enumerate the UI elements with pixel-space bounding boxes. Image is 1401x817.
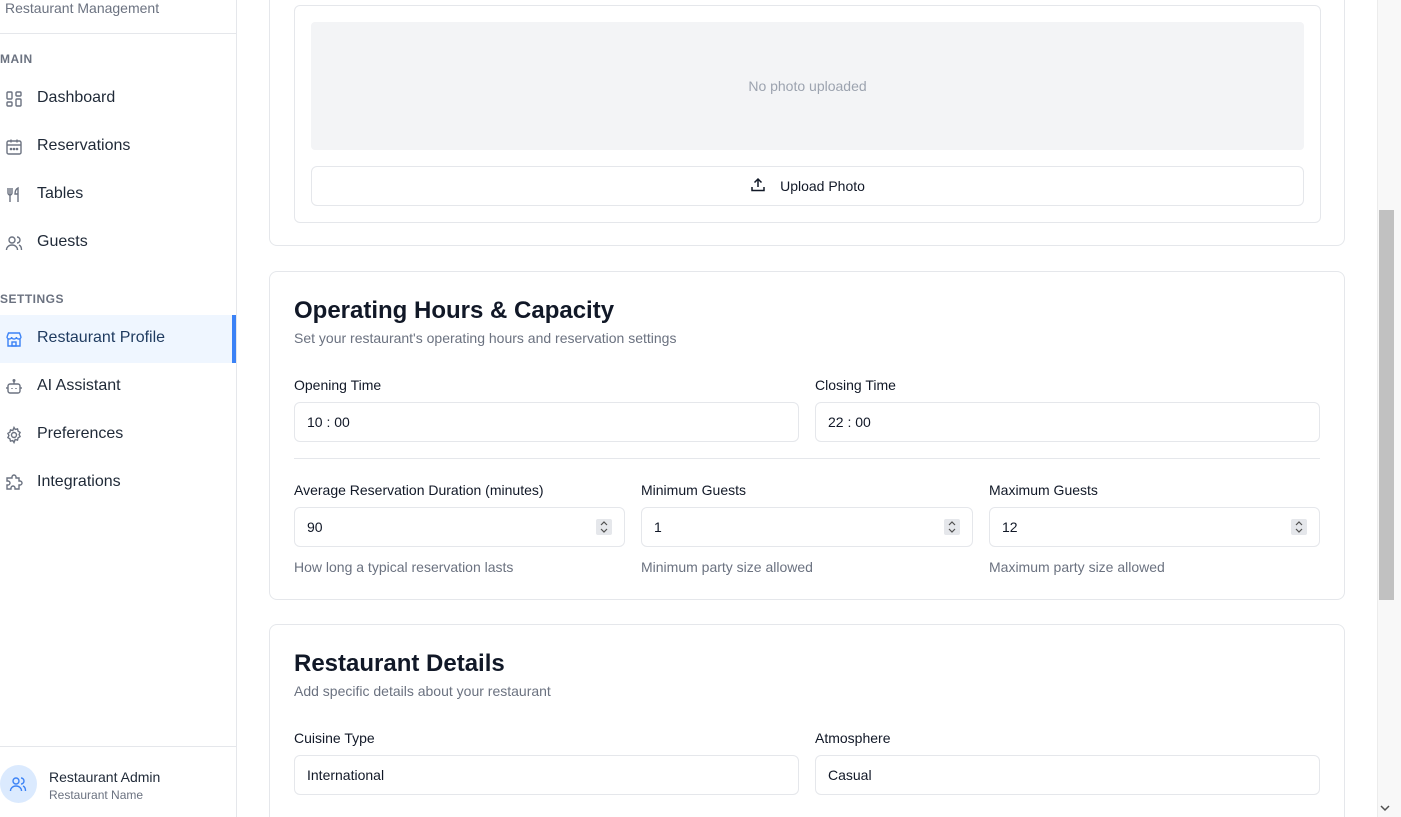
divider [0, 33, 236, 34]
max-guests-hint: Maximum party size allowed [989, 559, 1165, 575]
restaurant-details-card: Restaurant Details Add specific details … [269, 624, 1345, 817]
closing-time-value: 22 : 00 [828, 414, 871, 430]
main-content: No photo uploaded Upload Photo Operating… [237, 0, 1377, 817]
opening-time-label: Opening Time [294, 377, 382, 393]
bot-icon [5, 378, 23, 396]
divider [294, 458, 1320, 459]
card-title: Restaurant Details [294, 650, 505, 677]
duration-input[interactable]: 90 [294, 507, 625, 547]
scrollbar-thumb[interactable] [1379, 210, 1394, 600]
operating-hours-card: Operating Hours & Capacity Set your rest… [269, 271, 1345, 600]
cuisine-label: Cuisine Type [294, 730, 375, 746]
section-label-main: MAIN [0, 52, 33, 66]
sidebar-item-ai-assistant[interactable]: AI Assistant [0, 363, 236, 411]
puzzle-icon [5, 474, 23, 492]
sidebar-item-label: Guests [37, 233, 88, 250]
avatar[interactable] [0, 765, 37, 803]
user-name: Restaurant Admin [49, 769, 161, 785]
sidebar-item-dashboard[interactable]: Dashboard [0, 75, 236, 123]
sidebar-item-guests[interactable]: Guests [0, 219, 236, 267]
max-guests-value: 12 [1002, 519, 1018, 535]
sidebar-item-label: Reservations [37, 137, 131, 154]
closing-time-input[interactable]: 22 : 00 [815, 402, 1320, 442]
upload-photo-button[interactable]: Upload Photo [311, 166, 1304, 206]
store-icon [5, 330, 23, 348]
sidebar-item-label: Dashboard [37, 89, 116, 106]
spinner-icon[interactable] [596, 519, 612, 535]
sidebar-item-reservations[interactable]: Reservations [0, 123, 236, 171]
spinner-icon[interactable] [1291, 519, 1307, 535]
upload-icon [750, 177, 766, 196]
duration-value: 90 [307, 519, 323, 535]
atmosphere-value: Casual [828, 767, 872, 783]
min-guests-value: 1 [654, 519, 662, 535]
sidebar-item-label: AI Assistant [37, 377, 121, 394]
dashboard-icon [5, 90, 23, 108]
atmosphere-label: Atmosphere [815, 730, 891, 746]
photo-container: No photo uploaded Upload Photo [294, 5, 1321, 223]
max-guests-label: Maximum Guests [989, 482, 1098, 498]
sidebar-item-tables[interactable]: Tables [0, 171, 236, 219]
users-icon [9, 777, 27, 792]
user-restaurant-name: Restaurant Name [49, 788, 144, 802]
max-guests-input[interactable]: 12 [989, 507, 1320, 547]
spinner-icon[interactable] [944, 519, 960, 535]
sidebar-item-label: Restaurant Profile [37, 329, 166, 346]
card-description: Set your restaurant's operating hours an… [294, 330, 677, 346]
utensils-icon [5, 186, 23, 204]
chevron-down-icon[interactable] [1380, 804, 1390, 815]
min-guests-hint: Minimum party size allowed [641, 559, 813, 575]
photo-placeholder: No photo uploaded [311, 22, 1304, 150]
brand-subtitle: Restaurant Management [5, 0, 160, 16]
sidebar-item-integrations[interactable]: Integrations [0, 459, 236, 507]
sidebar-item-label: Integrations [37, 473, 121, 490]
card-description: Add specific details about your restaura… [294, 683, 551, 699]
scrollbar[interactable] [1377, 0, 1401, 817]
upload-photo-label: Upload Photo [780, 178, 865, 194]
cuisine-value: International [307, 767, 385, 783]
duration-hint: How long a typical reservation lasts [294, 559, 514, 575]
sidebar: Restaurant Management MAIN Dashboard Res… [0, 0, 237, 817]
opening-time-value: 10 : 00 [307, 414, 350, 430]
opening-time-input[interactable]: 10 : 00 [294, 402, 799, 442]
divider [0, 746, 236, 747]
section-label-settings: SETTINGS [0, 292, 65, 306]
sidebar-item-preferences[interactable]: Preferences [0, 411, 236, 459]
closing-time-label: Closing Time [815, 377, 896, 393]
calendar-icon [5, 138, 23, 156]
min-guests-label: Minimum Guests [641, 482, 747, 498]
gear-icon [5, 425, 23, 445]
atmosphere-input[interactable]: Casual [815, 755, 1320, 795]
sidebar-item-restaurant-profile[interactable]: Restaurant Profile [0, 315, 236, 363]
photo-card: No photo uploaded Upload Photo [269, 0, 1345, 246]
min-guests-input[interactable]: 1 [641, 507, 973, 547]
users-icon [5, 234, 23, 252]
card-title: Operating Hours & Capacity [294, 297, 615, 324]
cuisine-input[interactable]: International [294, 755, 799, 795]
duration-label: Average Reservation Duration (minutes) [294, 482, 544, 498]
sidebar-item-label: Tables [37, 185, 84, 202]
sidebar-item-label: Preferences [37, 425, 124, 442]
